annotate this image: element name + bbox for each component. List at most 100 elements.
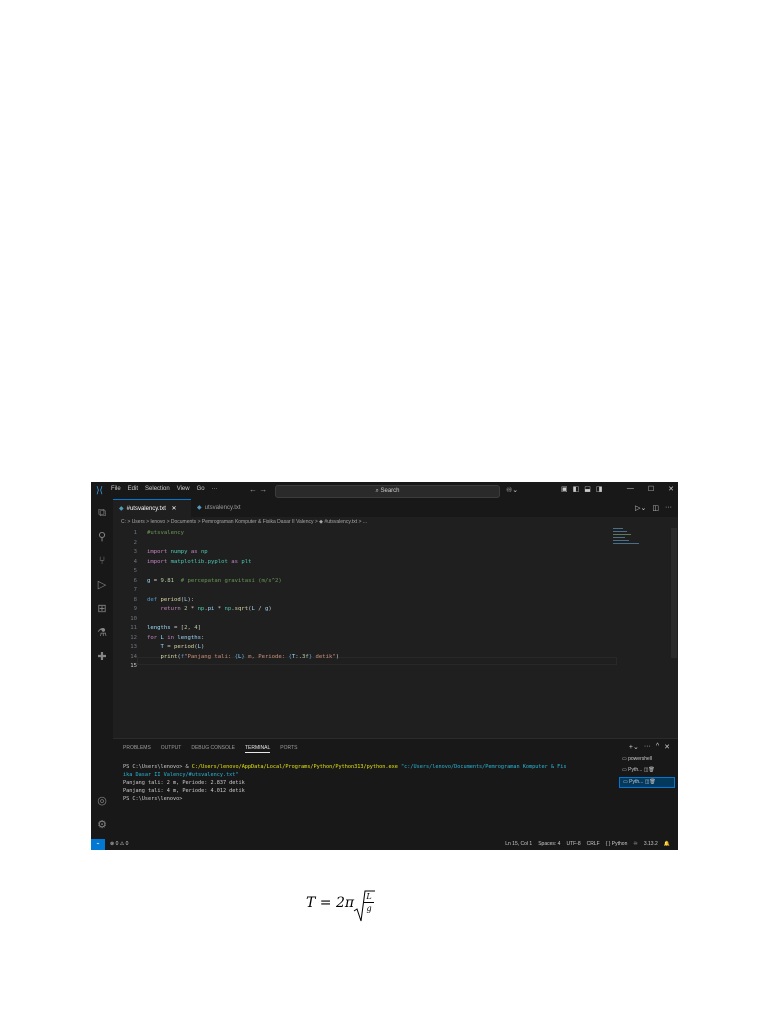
terminal-command-line: PS C:\Users\lenovo> & C:/Users/lenovo/Ap…: [123, 763, 608, 771]
status-bar: ⌁ ⊗ 0 ⚠ 0 Ln 15, Col 1 Spaces: 4 UTF-8 C…: [91, 839, 678, 850]
code-editor[interactable]: 1 2 3 4 5 6 7 8 9 10 11 12 13 14 15 #uts…: [113, 528, 678, 736]
split-editor-icon[interactable]: ◫: [652, 504, 659, 512]
cursor-position[interactable]: Ln 15, Col 1: [505, 839, 532, 850]
terminal-prompt: PS C:\Users\lenovo>: [123, 796, 183, 802]
menu-more[interactable]: ···: [212, 486, 218, 492]
code-line: g = 9.81 # percepatan gravitasi (m/s^2): [147, 577, 282, 584]
tab-problems[interactable]: PROBLEMS: [123, 745, 151, 753]
menu-bar: File Edit Selection View Go ···: [111, 486, 218, 492]
toggle-panel-icon[interactable]: ⬓: [584, 485, 591, 493]
terminal-item-powershell[interactable]: ▭ powershell: [619, 755, 675, 764]
terminal-item-python-active[interactable]: ▭ Pyth... ◫🗑: [619, 777, 675, 788]
activity-bar: ⧉ ⚲ ⑂ ▷ ⊞ ⚗ ✚ ◎ ⚙: [91, 499, 113, 839]
more-icon[interactable]: ···: [644, 743, 651, 751]
extensions-icon[interactable]: ⊞: [96, 603, 108, 615]
code-line: return 2 * np.pi * np.sqrt(L / g): [160, 606, 272, 612]
line-ending[interactable]: CRLF: [587, 839, 600, 850]
breadcrumb[interactable]: C: > Users > lenovo > Documents > Pemrog…: [113, 517, 678, 527]
line-number: 15: [130, 663, 137, 669]
line-number: 2: [133, 539, 137, 546]
menu-edit[interactable]: Edit: [128, 486, 138, 492]
editor-scrollbar[interactable]: [671, 528, 677, 658]
line-number: 14: [130, 653, 137, 660]
line-number: 9: [133, 606, 137, 612]
close-panel-icon[interactable]: ✕: [664, 743, 670, 751]
maximize-panel-icon[interactable]: ^: [656, 743, 659, 751]
panel-tabs: PROBLEMS OUTPUT DEBUG CONSOLE TERMINAL P…: [123, 745, 297, 753]
terminal-output-line: Panjang tali: 4 m, Periode: 4.012 detik: [123, 788, 245, 794]
maximize-button[interactable]: ☐: [648, 485, 654, 493]
line-number: 7: [133, 587, 137, 593]
code-line: import numpy as np: [147, 549, 208, 555]
title-bar: ⟩⟨ File Edit Selection View Go ··· ← → ⌕…: [91, 482, 678, 499]
terminal-prompt: PS C:\Users\lenovo> &: [123, 764, 192, 770]
tab-debug-console[interactable]: DEBUG CONSOLE: [191, 745, 235, 753]
search-placeholder: Search: [380, 488, 400, 494]
line-number: 8: [133, 596, 137, 603]
bottom-panel: PROBLEMS OUTPUT DEBUG CONSOLE TERMINAL P…: [113, 738, 678, 841]
accounts-icon[interactable]: ◎: [96, 795, 108, 807]
source-control-icon[interactable]: ⑂: [96, 555, 108, 567]
menu-selection[interactable]: Selection: [145, 486, 170, 492]
toggle-secondary-sidebar-icon[interactable]: ◨: [596, 485, 603, 493]
terminal-output-line: Panjang tali: 2 m, Periode: 2.837 detik: [123, 780, 245, 786]
search-box[interactable]: ⌕ Search: [275, 485, 500, 498]
code-line: import matplotlib.pyplot as plt: [147, 558, 252, 565]
panel-actions: +⌄ ··· ^ ✕: [629, 743, 670, 751]
new-terminal-icon[interactable]: +⌄: [629, 743, 639, 751]
code-line: #utsvalency: [147, 530, 185, 536]
vscode-window: ⟩⟨ File Edit Selection View Go ··· ← → ⌕…: [91, 482, 678, 850]
run-debug-icon[interactable]: ▷: [96, 579, 108, 591]
vscode-logo-icon: ⟩⟨: [96, 485, 104, 495]
code-line: def period(L):: [147, 596, 195, 603]
nav-arrows[interactable]: ← →: [249, 485, 267, 494]
toggle-sidebar-icon[interactable]: ◧: [573, 485, 580, 493]
search-view-icon[interactable]: ⚲: [96, 531, 108, 543]
testing-icon[interactable]: ⚗: [96, 627, 108, 639]
remote-explorer-icon[interactable]: ✚: [96, 651, 108, 663]
menu-file[interactable]: File: [111, 486, 121, 492]
problems-count[interactable]: ⊗ 0 ⚠ 0: [110, 839, 128, 850]
python-version[interactable]: 3.13.2: [644, 839, 658, 850]
code-line: for L in lengths:: [147, 634, 205, 641]
status-right: Ln 15, Col 1 Spaces: 4 UTF-8 CRLF { } Py…: [505, 839, 670, 850]
window-controls: — ☐ ✕: [627, 485, 674, 493]
line-number: 6: [133, 577, 137, 584]
indentation[interactable]: Spaces: 4: [538, 839, 560, 850]
tab-close-icon[interactable]: ✕: [172, 506, 177, 512]
close-window-button[interactable]: ✕: [668, 485, 674, 493]
menu-go[interactable]: Go: [197, 486, 205, 492]
tab-terminal[interactable]: TERMINAL: [244, 745, 271, 753]
split-trash-icons: ◫🗑: [644, 779, 656, 785]
line-number: 10: [130, 615, 137, 622]
tab-utsvalency[interactable]: ◆ utsvalency.txt: [191, 499, 265, 517]
minimize-button[interactable]: —: [627, 485, 634, 493]
encoding[interactable]: UTF-8: [566, 839, 580, 850]
line-number: 5: [133, 568, 137, 574]
copilot-status-icon[interactable]: ♾: [633, 839, 637, 850]
menu-view[interactable]: View: [177, 486, 190, 492]
tab-output[interactable]: OUTPUT: [161, 745, 182, 753]
minimap[interactable]: [613, 528, 669, 558]
customize-layout-icon[interactable]: ▣: [561, 485, 568, 493]
formula-denominator: g: [366, 904, 372, 913]
code-line: T = period(L): [160, 644, 205, 650]
notifications-bell-icon[interactable]: 🔔: [664, 839, 670, 850]
terminal-item-python[interactable]: ▭ Pyth... ◫🗑: [619, 766, 675, 775]
file-icon: ◆: [197, 505, 202, 511]
run-file-icon[interactable]: ▷⌄: [635, 504, 646, 512]
file-icon: ◆: [119, 506, 124, 512]
terminal-output[interactable]: PS C:\Users\lenovo> & C:/Users/lenovo/Ap…: [123, 763, 608, 803]
settings-gear-icon[interactable]: ⚙: [96, 819, 108, 831]
more-actions-icon[interactable]: ···: [665, 504, 672, 512]
editor-tabs: ◆ #utsvalency.txt ✕ ◆ utsvalency.txt ▷⌄ ◫ …: [113, 499, 678, 517]
tab-ports[interactable]: PORTS: [280, 745, 297, 753]
language-mode[interactable]: { } Python: [606, 839, 628, 850]
explorer-icon[interactable]: ⧉: [96, 507, 108, 519]
tab-actions: ▷⌄ ◫ ···: [635, 504, 672, 512]
line-number: 11: [130, 625, 137, 631]
remote-indicator-icon[interactable]: ⌁: [91, 839, 105, 850]
tab-utsvalency-hash[interactable]: ◆ #utsvalency.txt ✕: [113, 499, 191, 517]
copilot-icon[interactable]: ♾⌄: [506, 486, 518, 494]
tab-label: #utsvalency.txt: [126, 506, 166, 512]
